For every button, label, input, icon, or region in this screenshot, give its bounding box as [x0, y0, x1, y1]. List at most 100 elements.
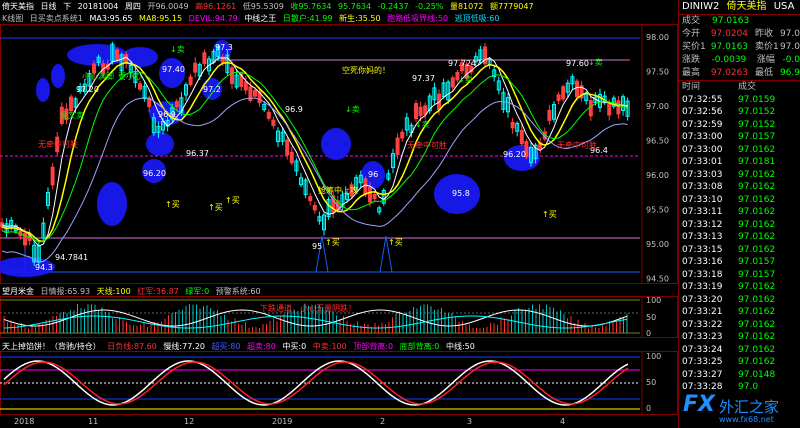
- label-97-2: 97.2: [203, 85, 221, 94]
- tick-row: 07:33:11 97.0162: [682, 206, 800, 219]
- quote-row-label: 涨跌: [682, 55, 701, 65]
- date: 20181004: [77, 2, 119, 11]
- watermark: FX 外汇之家 www.fx68.net: [683, 392, 799, 426]
- label-96-20b: 96.20: [143, 169, 166, 178]
- tick-price: 97.0162: [738, 294, 776, 305]
- tick-time: 07:32:55: [682, 94, 723, 105]
- tick-row: 07:33:00 97.0162: [682, 144, 800, 157]
- tick-row: 07:33:15 97.0162: [682, 244, 800, 257]
- empty-bull-text: 空死你妈的！: [342, 66, 390, 75]
- dump: 跑路低吸界线:50: [387, 14, 449, 23]
- tick-time: 07:32:56: [682, 107, 723, 117]
- watermark-text: 外汇之家: [719, 398, 780, 416]
- tick-price: 97.0181: [738, 157, 776, 167]
- buy-marker-6: ↑买: [542, 210, 557, 219]
- ind-name: K线图: [2, 14, 24, 23]
- quote-row: 最高 97.0263 最低 96.9: [682, 67, 800, 80]
- tick-row: 07:33:12 97.0162: [682, 219, 800, 232]
- weekday: 周四: [124, 2, 141, 11]
- tick-time: 07:33:21: [682, 307, 723, 317]
- annotation-layer: 97.20 97.40 97.3 97.2 96.9 96.9 97.37 97…: [0, 24, 640, 284]
- gold-sell-text: 金叉卖: [60, 111, 84, 120]
- buy-marker-2: ↑买: [208, 203, 223, 212]
- indicator-info-bar: K线图 日买卖点系统1 MA3:95.65 MA8:95.15 DEVIL:94…: [2, 13, 678, 24]
- tick-price: 97.0162: [738, 244, 776, 255]
- quote-title-bar: DINIW2 倚天美指 USA: [679, 0, 800, 15]
- tick-time: 07:33:18: [682, 269, 723, 280]
- label-97-40: 97.40: [162, 65, 185, 74]
- watermark-url: www.fx68.net: [719, 415, 774, 424]
- tick-price: 97.0148: [738, 369, 776, 380]
- x-label-2018: 2018: [14, 417, 35, 426]
- sub2-chart[interactable]: [0, 351, 678, 415]
- ma8: MA8:95.15: [139, 14, 183, 23]
- sub1-e: 预警系统:60: [215, 287, 261, 296]
- change-value: -0.2437: [377, 2, 409, 11]
- king: 中线之王: [244, 14, 277, 23]
- x-axis: 2018 11 12 2019 2 3 4: [0, 417, 640, 428]
- quote-row: 买价1 97.0163 卖价1 97.0: [682, 41, 800, 54]
- buy-marker-3: ↑买: [225, 196, 240, 205]
- quote-row-value: 97.0163: [710, 42, 749, 52]
- tick-row: 07:33:21 97.0162: [682, 306, 800, 319]
- tick-row: 07:33:10 97.0162: [682, 194, 800, 207]
- quote-row-label: 今开: [682, 29, 701, 39]
- sub2-axis-50: 50: [646, 378, 657, 387]
- sell-marker-3: ↓卖: [458, 75, 473, 84]
- tick-header: 时间 成交: [679, 81, 800, 94]
- quote-row: 涨跌 -0.0039 涨幅 -0.0: [682, 54, 800, 67]
- quote-symbol: DINIW2: [682, 1, 720, 12]
- chart-area[interactable]: 倚天美指 日线 下 20181004 周四 开96.0049 高96.1261 …: [0, 0, 678, 428]
- tick-list[interactable]: 07:32:55 97.0159 07:32:56 97.0152 07:32:59 97…: [679, 94, 800, 394]
- tick-price: 97.0162: [738, 307, 776, 317]
- tick-time: 07:33:24: [682, 344, 723, 355]
- tick-time: 07:33:22: [682, 319, 723, 330]
- sub1-d: 绿军:0: [185, 287, 210, 296]
- x-label-4: 4: [560, 417, 566, 426]
- tick-time: 07:33:10: [682, 194, 723, 205]
- sub2-h: 底部背离:0: [399, 342, 440, 351]
- tick-time: 07:33:20: [682, 294, 723, 305]
- x-label-12: 12: [184, 417, 195, 426]
- no-chase-text-3: 无牵中可胜: [557, 141, 597, 150]
- buy-marker-1: ↑买: [165, 200, 180, 209]
- tick-price: 97.0157: [738, 269, 776, 280]
- quote-row-value-2: 97.0: [779, 29, 800, 39]
- tick-price: 97.0162: [738, 357, 776, 367]
- tick-row: 07:33:13 97.0162: [682, 231, 800, 244]
- vol-value: 量81072: [449, 2, 484, 11]
- tick-row: 07:33:23 97.0162: [682, 331, 800, 344]
- quote-panel: DINIW2 倚天美指 USA 成交 97.0163 今开 97.0204 昨收 97.0…: [678, 0, 800, 428]
- direction: 下: [63, 2, 72, 11]
- tick-price: 97.0162: [738, 194, 776, 205]
- quote-row-value-2: 97.0: [779, 42, 800, 52]
- sub1-axis-0: 0: [646, 329, 652, 338]
- tick-time: 07:33:15: [682, 244, 723, 255]
- quote-row-label: 成交: [682, 16, 701, 26]
- last-value: 95.7634: [338, 2, 372, 11]
- price-axis: 98.00 97.50 97.00 96.50 96.00 95.50 95.00 94.50: [646, 33, 669, 284]
- tick-row: 07:33:22 97.0162: [682, 319, 800, 332]
- sub2-b: 慢线:77.20: [163, 342, 206, 351]
- tick-price: 97.0162: [738, 219, 776, 230]
- catch-text: 抢筹中上攻: [318, 186, 358, 195]
- tick-price: 97.0162: [738, 319, 776, 330]
- price-axis-label: 95.50: [646, 206, 669, 215]
- quote-rows: 成交 97.0163 今开 97.0204 昨收 97.0 买价1 97.0163 卖价1 97.…: [679, 15, 800, 81]
- quote-row-label: 买价1: [682, 42, 706, 52]
- sub2-a: 日负线:87.60: [107, 342, 157, 351]
- label-97-60: 97.60: [566, 59, 589, 68]
- tick-time: 07:33:27: [682, 369, 723, 380]
- pct-value: -0.25%: [415, 2, 444, 11]
- label-97-20: 97.20: [76, 85, 99, 94]
- label-95-8: 95.8: [452, 189, 470, 198]
- tick-price: 97.0159: [738, 94, 776, 105]
- price-axis-label: 97.50: [646, 68, 669, 77]
- open-value: 开96.0049: [147, 2, 189, 11]
- sub2-axis-0: 0: [646, 404, 652, 413]
- sub2-i: 中线:50: [445, 342, 475, 351]
- x-label-2: 2: [380, 417, 386, 426]
- quote-row-label-2: 昨收: [754, 29, 773, 39]
- tick-row: 07:33:18 97.0157: [682, 269, 800, 282]
- tick-time: 07:33:11: [682, 207, 723, 217]
